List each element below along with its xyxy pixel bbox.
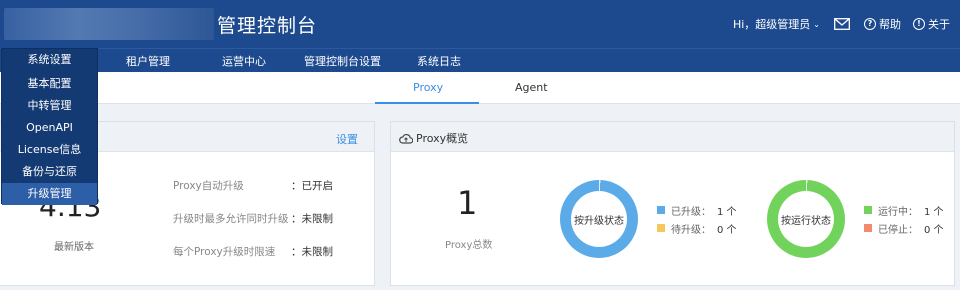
tab-proxy[interactable]: Proxy: [413, 81, 443, 94]
setting-value: ：未限制: [291, 246, 333, 258]
info-circle-icon: !: [913, 18, 925, 30]
user-greeting: Hi，超级管理员: [732, 18, 811, 31]
nav-system-log[interactable]: 系统日志: [417, 53, 461, 69]
help-label: 帮助: [879, 18, 901, 31]
menu-item-relay-management[interactable]: 中转管理: [2, 95, 97, 117]
setting-label: Proxy自动升级: [173, 180, 244, 192]
proxy-overview-card: Proxy概览 1 Proxy总数 按升级状态 已升级： 1 个 待升级： 0 …: [390, 121, 955, 286]
upgrade-status-legend: 已升级： 1 个 待升级： 0 个: [657, 201, 737, 237]
card-title-text: Proxy概览: [416, 132, 469, 145]
main-nav: 租户管理 运营中心 管理控制台设置 系统日志: [0, 48, 960, 72]
setting-row-auto-upgrade: Proxy自动升级 ：已开启: [173, 178, 363, 193]
legend-label: 已停止：: [878, 224, 918, 236]
top-header: 管理控制台 Hi，超级管理员 ⌄ ? 帮助 ! 关于: [0, 0, 960, 48]
menu-item-upgrade-management[interactable]: 升级管理: [2, 183, 97, 205]
setting-label: 每个Proxy升级时限速: [173, 246, 276, 258]
app-title: 管理控制台: [217, 15, 318, 37]
card-header: Proxy概览: [391, 122, 954, 152]
legend-swatch: [657, 206, 665, 214]
upgrade-status-donut[interactable]: 按升级状态: [560, 180, 638, 258]
setting-row-max-concurrent: 升级时最多允许同时升级 ：未限制: [173, 211, 363, 226]
legend-item: 已升级： 1 个: [657, 201, 737, 219]
about-label: 关于: [928, 18, 950, 31]
tabs-bar: Proxy Agent: [0, 72, 960, 104]
about-button[interactable]: ! 关于: [913, 16, 950, 32]
nav-tenant-management[interactable]: 租户管理: [126, 53, 170, 69]
proxy-total-label: Proxy总数: [445, 240, 493, 251]
user-menu[interactable]: Hi，超级管理员 ⌄: [733, 16, 820, 32]
cloud-icon: [399, 133, 413, 144]
legend-label: 运行中：: [878, 206, 918, 218]
system-settings-dropdown: 系统设置 基本配置 中转管理 OpenAPI License信息 备份与还原 升…: [1, 48, 98, 205]
logo: [4, 8, 214, 40]
menu-item-basic-config[interactable]: 基本配置: [2, 73, 97, 95]
active-tab-indicator: [375, 102, 479, 104]
legend-swatch: [864, 206, 872, 214]
menu-item-openapi[interactable]: OpenAPI: [2, 117, 97, 139]
setting-value: ：未限制: [291, 213, 333, 225]
nav-console-settings[interactable]: 管理控制台设置: [304, 53, 381, 69]
legend-item: 待升级： 0 个: [657, 219, 737, 237]
legend-value: 0 个: [717, 224, 737, 236]
legend-item: 已停止： 0 个: [864, 219, 944, 237]
legend-value: 1 个: [924, 206, 944, 218]
proxy-total-value: 1: [457, 184, 478, 222]
tab-agent[interactable]: Agent: [515, 81, 548, 94]
legend-swatch: [657, 224, 665, 232]
menu-item-license-info[interactable]: License信息: [2, 139, 97, 161]
legend-label: 待升级：: [671, 224, 711, 236]
run-status-legend: 运行中： 1 个 已停止： 0 个: [864, 201, 944, 237]
mail-icon[interactable]: [834, 18, 850, 30]
chevron-down-icon: ⌄: [813, 19, 820, 29]
legend-value: 1 个: [717, 206, 737, 218]
setting-value: ：已开启: [291, 180, 333, 192]
menu-item-backup-restore[interactable]: 备份与还原: [2, 161, 97, 183]
nav-operations-center[interactable]: 运营中心: [222, 53, 266, 69]
settings-link[interactable]: 设置: [336, 131, 358, 147]
run-status-donut[interactable]: 按运行状态: [767, 180, 845, 258]
legend-swatch: [864, 224, 872, 232]
donut-center-label: 按升级状态: [571, 191, 627, 247]
card-title: Proxy概览: [399, 130, 468, 146]
nav-system-settings[interactable]: 系统设置: [2, 49, 97, 73]
setting-label: 升级时最多允许同时升级: [173, 213, 289, 225]
help-circle-icon: ?: [864, 18, 876, 30]
legend-label: 已升级：: [671, 206, 711, 218]
legend-value: 0 个: [924, 224, 944, 236]
latest-version-label: 最新版本: [54, 242, 94, 253]
setting-row-speed-limit: 每个Proxy升级时限速 ：未限制: [173, 244, 363, 259]
legend-item: 运行中： 1 个: [864, 201, 944, 219]
donut-center-label: 按运行状态: [778, 191, 834, 247]
header-right: Hi，超级管理员 ⌄ ? 帮助 ! 关于: [733, 16, 950, 32]
help-button[interactable]: ? 帮助: [864, 16, 901, 32]
